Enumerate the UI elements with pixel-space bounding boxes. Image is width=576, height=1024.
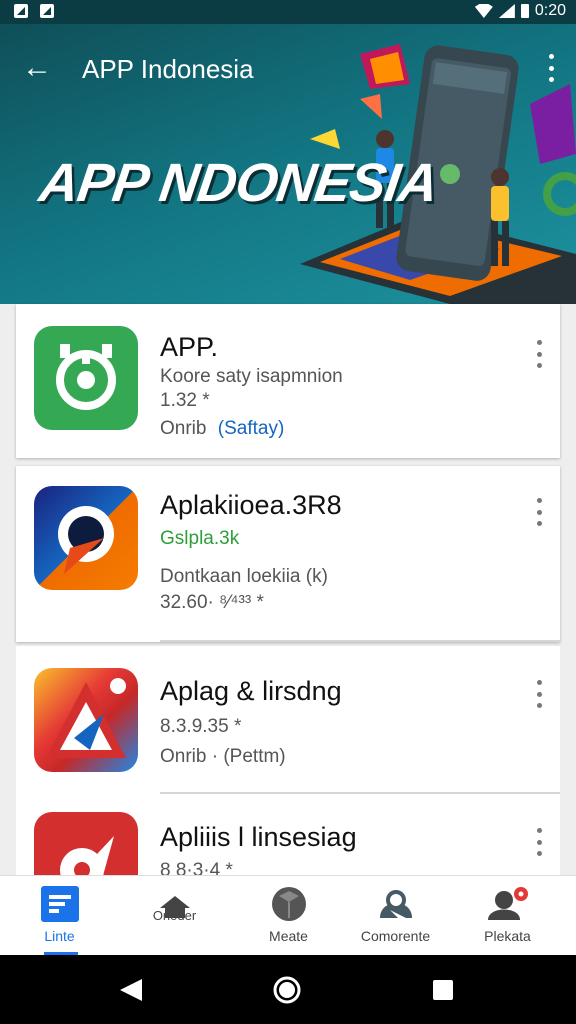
app-name: APP. <box>160 332 219 362</box>
app-icon <box>34 486 138 590</box>
nav-item-media[interactable]: Meate <box>231 876 346 956</box>
app-logo-icon <box>60 836 114 875</box>
notification-icon <box>14 4 28 18</box>
nav-label: Linte <box>44 928 75 944</box>
app-logo-icon <box>46 678 126 758</box>
app-rating: 1.32 * <box>160 390 210 411</box>
nav-label: Onoder <box>152 908 197 923</box>
app-icon <box>34 668 138 772</box>
header-banner: ← APP Indonesia APP NDONESIA <box>0 24 576 304</box>
app-meta: Onrib · (Pettm) <box>160 746 286 767</box>
nav-item-components[interactable]: Comorente <box>338 876 453 956</box>
recents-square-icon[interactable] <box>432 979 454 1001</box>
system-navigation-bar <box>0 955 576 1024</box>
signal-icon <box>498 4 515 18</box>
more-vert-icon[interactable] <box>534 498 544 526</box>
account-icon <box>487 887 528 920</box>
app-icon <box>34 326 138 430</box>
banner-headline: APP NDONESIA <box>35 153 442 213</box>
app-icon <box>34 812 138 875</box>
app-description: Dontkaan loekiia (k) <box>160 566 328 587</box>
app-logo-icon <box>58 506 114 574</box>
app-card[interactable]: APP. Koore saty isapmnion 1.32 * Onrib (… <box>16 304 560 458</box>
app-name: Aplakiioea.3R8 <box>160 490 342 520</box>
more-vert-icon[interactable] <box>534 680 544 708</box>
battery-icon <box>520 4 529 18</box>
app-rating: 8.3.9.35 * <box>160 716 242 737</box>
back-triangle-icon[interactable] <box>118 977 144 1003</box>
status-time: 0:20 <box>534 2 566 19</box>
page-title: APP Indonesia <box>82 54 254 84</box>
nav-label: Plekata <box>484 928 531 944</box>
app-category: Gslpla.3k <box>160 528 240 549</box>
home-circle-icon[interactable] <box>272 975 302 1005</box>
app-card[interactable]: Apliiis l linsesiag 8 8·3·4 * <box>16 794 560 875</box>
list-icon <box>40 886 79 922</box>
arrow-left-icon: ← <box>22 51 52 84</box>
nav-item-profile[interactable]: Plekata <box>450 876 565 956</box>
nav-item-orders[interactable]: Onoder <box>117 876 232 956</box>
bottom-navigation: Linte Onoder Meate Comorente Plekata <box>0 875 576 956</box>
notification-icon <box>40 4 54 18</box>
app-description: Koore saty isapmnion <box>160 366 343 387</box>
app-card[interactable]: Aplakiioea.3R8 Gslpla.3k Dontkaan loekii… <box>16 466 560 642</box>
app-rating: 8 8·3·4 * <box>160 860 233 875</box>
box-icon <box>271 887 306 921</box>
nav-item-home[interactable]: Linte <box>2 876 117 956</box>
app-name: Apliiis l linsesiag <box>160 822 357 852</box>
more-vert-icon[interactable] <box>534 340 544 368</box>
back-button[interactable]: ← <box>22 50 58 86</box>
nav-label: Comorente <box>360 928 431 944</box>
app-card[interactable]: Aplag & lirsdng 8.3.9.35 * Onrib · (Pett… <box>16 646 560 794</box>
status-bar: 0:20 <box>0 0 576 24</box>
wifi-icon <box>474 4 493 18</box>
app-rating: 32.60· ⁸⁄⁴³³ * <box>160 592 264 613</box>
more-vert-icon[interactable] <box>534 828 544 856</box>
app-status: (Saftay) <box>217 418 285 439</box>
nav-label: Meate <box>269 928 308 944</box>
app-meta: Onrib (Saftay) <box>160 418 284 440</box>
divider <box>160 640 560 642</box>
app-logo-icon <box>56 344 116 410</box>
app-developer: Onrib <box>160 418 207 439</box>
app-name: Aplag & lirsdng <box>160 676 342 706</box>
people-icon <box>379 890 412 918</box>
